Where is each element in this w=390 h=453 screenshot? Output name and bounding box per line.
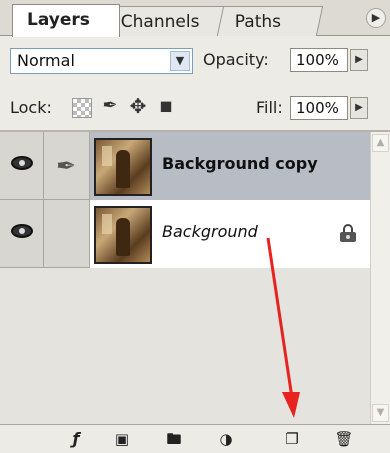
adjustment-layer-icon[interactable]: ◑ <box>216 429 236 449</box>
tab-channels-label: Channels <box>120 12 200 32</box>
triangle-right-icon: ▶ <box>355 102 363 113</box>
tab-strip: Channels Paths Layers ▶ <box>0 0 390 37</box>
scroll-down-icon[interactable]: ▼ <box>372 404 389 422</box>
chevron-down-icon[interactable]: ▼ <box>170 51 190 71</box>
fill-label: Fill: <box>256 98 283 117</box>
layer-options: Normal ▼ Opacity: 100% ▶ Lock: ✒ ✥ ◼ Fil… <box>0 36 390 132</box>
padlock-icon[interactable]: ◼ <box>156 96 176 116</box>
brush-icon: ✒ <box>56 152 77 180</box>
padlock-icon <box>340 224 356 242</box>
new-group-icon[interactable]: 🖿 <box>164 429 184 449</box>
layers-empty-area <box>0 268 370 424</box>
fill-stepper[interactable]: ▶ <box>350 97 368 119</box>
eye-icon <box>11 156 33 170</box>
new-layer-icon[interactable]: ❐ <box>282 429 302 449</box>
layers-bottom-bar: ƒ ▣ 🖿 ◑ ❐ 🗑 <box>0 424 390 453</box>
layers-scrollbar[interactable]: ▲ ▼ <box>370 132 390 424</box>
trash-icon[interactable]: 🗑 <box>334 429 354 449</box>
triangle-right-icon: ▶ <box>355 54 363 65</box>
opacity-stepper[interactable]: ▶ <box>350 49 368 71</box>
blend-mode-value: Normal <box>17 51 75 70</box>
layer-name[interactable]: Background <box>162 222 258 241</box>
eye-icon <box>11 224 33 238</box>
fill-input[interactable]: 100% <box>290 96 348 120</box>
opacity-label: Opacity: <box>203 50 269 69</box>
layer-thumbnail[interactable] <box>94 206 152 264</box>
lock-transparent-pixels-icon[interactable] <box>72 98 92 118</box>
menu-arrow-icon: ▶ <box>371 11 381 24</box>
panel-menu-button[interactable]: ▶ <box>366 8 386 28</box>
layer-link-cell[interactable] <box>44 200 90 268</box>
layer-name[interactable]: Background copy <box>162 154 318 173</box>
tab-layers-label: Layers <box>27 10 90 30</box>
layer-row[interactable]: Background <box>0 200 370 268</box>
tab-paths[interactable]: Paths <box>216 6 324 36</box>
layer-style-icon[interactable]: ƒ <box>66 429 86 449</box>
layer-thumbnail[interactable] <box>94 138 152 196</box>
layers-list: ✒ Background copy Background <box>0 132 370 424</box>
visibility-toggle[interactable] <box>0 200 44 268</box>
opacity-input[interactable]: 100% <box>290 48 348 72</box>
blend-mode-select[interactable]: Normal ▼ <box>10 48 193 74</box>
layer-status-cell[interactable]: ✒ <box>44 132 90 200</box>
tab-layers[interactable]: Layers <box>12 4 120 37</box>
move-icon[interactable]: ✥ <box>128 96 148 116</box>
layer-row[interactable]: ✒ Background copy <box>0 132 370 200</box>
tab-paths-label: Paths <box>234 12 281 32</box>
visibility-toggle[interactable] <box>0 132 44 200</box>
scroll-up-icon[interactable]: ▲ <box>372 134 389 152</box>
lock-label: Lock: <box>10 98 52 117</box>
add-mask-icon[interactable]: ▣ <box>112 429 132 449</box>
brush-icon[interactable]: ✒ <box>100 96 120 116</box>
